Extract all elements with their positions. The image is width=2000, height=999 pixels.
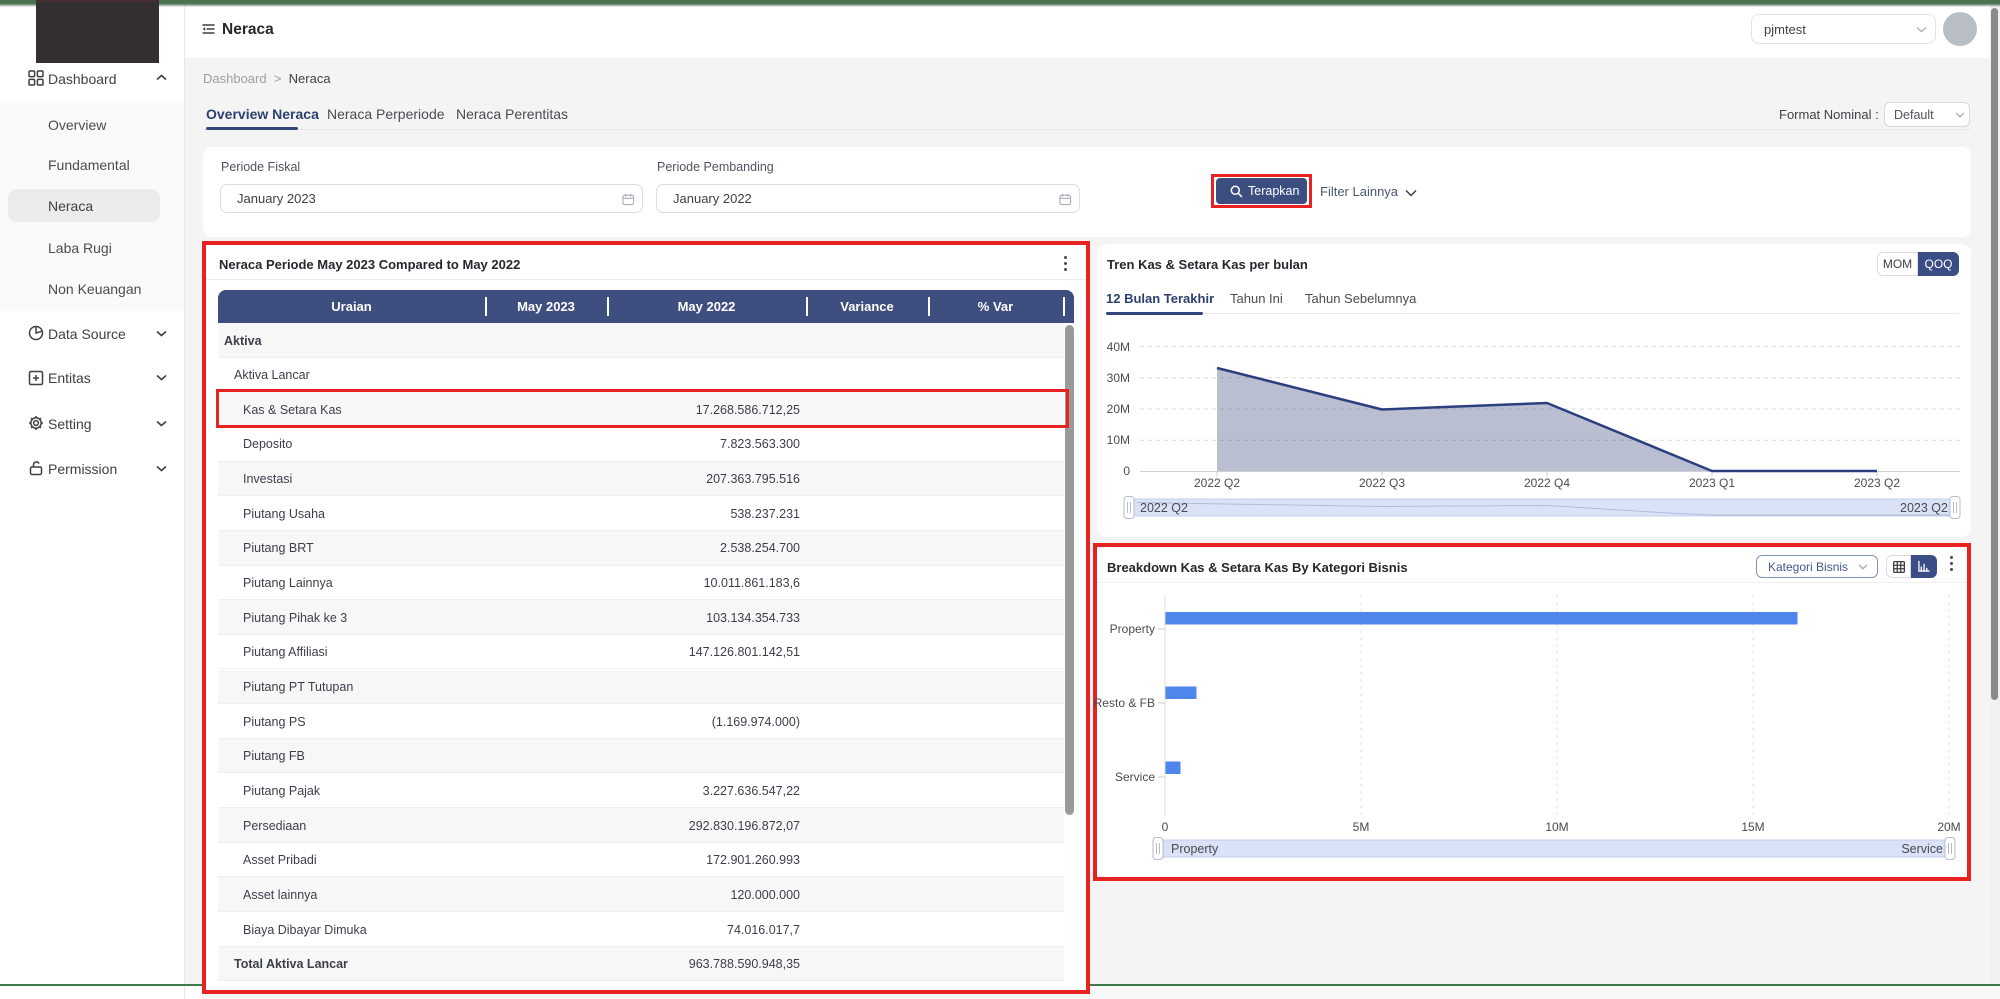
- svg-text:20M: 20M: [1937, 820, 1960, 834]
- svg-text:20M: 20M: [1107, 402, 1130, 416]
- svg-text:2022 Q4: 2022 Q4: [1524, 476, 1570, 490]
- svg-text:5M: 5M: [1353, 820, 1370, 834]
- svg-text:40M: 40M: [1107, 340, 1130, 354]
- svg-text:10M: 10M: [1107, 433, 1130, 447]
- svg-text:2022 Q3: 2022 Q3: [1359, 476, 1405, 490]
- svg-text:Service: Service: [1901, 842, 1943, 856]
- svg-text:0: 0: [1162, 820, 1169, 834]
- svg-text:0: 0: [1123, 464, 1130, 478]
- svg-text:Resto & FB: Resto & FB: [1094, 696, 1155, 710]
- svg-text:Service: Service: [1115, 770, 1155, 784]
- svg-text:2023 Q2: 2023 Q2: [1854, 476, 1900, 490]
- svg-text:2023 Q1: 2023 Q1: [1689, 476, 1735, 490]
- svg-text:15M: 15M: [1741, 820, 1764, 834]
- svg-text:2023 Q2: 2023 Q2: [1900, 501, 1948, 515]
- svg-text:10M: 10M: [1545, 820, 1568, 834]
- svg-text:2022 Q2: 2022 Q2: [1194, 476, 1240, 490]
- svg-text:30M: 30M: [1107, 371, 1130, 385]
- svg-text:2022 Q2: 2022 Q2: [1140, 501, 1188, 515]
- svg-text:Property: Property: [1171, 842, 1219, 856]
- svg-text:Property: Property: [1110, 622, 1155, 636]
